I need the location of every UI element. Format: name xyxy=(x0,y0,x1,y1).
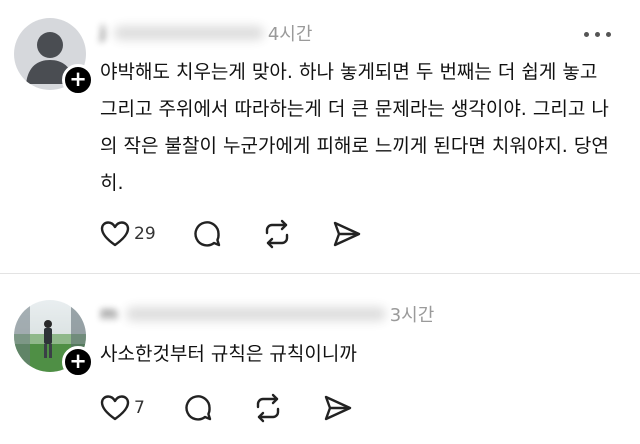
username[interactable]: m xyxy=(100,304,120,324)
post-text: 사소한것부터 규칙은 규칙이니까 xyxy=(100,343,357,365)
repost-button[interactable] xyxy=(253,390,283,426)
comment-icon xyxy=(185,395,212,421)
username-redaction xyxy=(125,307,386,321)
username[interactable]: j xyxy=(100,23,108,43)
more-icon[interactable] xyxy=(584,27,614,41)
post-text: 야박해도 치우는게 맞아. 하나 놓게되면 두 번째는 더 쉽게 놓고 그리고 … xyxy=(100,61,609,194)
send-icon xyxy=(333,221,360,247)
avatar-container[interactable]: + xyxy=(14,300,94,378)
like-count: 29 xyxy=(134,224,156,244)
follow-plus-icon[interactable]: + xyxy=(62,346,94,378)
share-button[interactable] xyxy=(332,216,362,252)
heart-icon xyxy=(100,221,130,247)
heart-icon xyxy=(100,395,130,421)
reply-post: + m 3시간 사소한것부터 규칙은 규칙이니까 7 xyxy=(0,275,640,444)
repost-icon xyxy=(265,219,288,249)
timestamp: 4시간 xyxy=(267,24,313,45)
post-meta: j 4시간 xyxy=(100,20,312,46)
reply-button[interactable] xyxy=(192,216,222,252)
share-button[interactable] xyxy=(323,390,353,426)
post-meta: m 3시간 xyxy=(100,301,434,327)
reply-post: + j 4시간 야박해도 치우는게 맞아. 하나 놓게되면 두 번째는 더 쉽게… xyxy=(0,0,640,274)
avatar-container[interactable]: + xyxy=(14,18,94,96)
reply-button[interactable] xyxy=(183,390,213,426)
action-bar: 7 xyxy=(100,390,353,426)
repost-button[interactable] xyxy=(262,216,292,252)
send-icon xyxy=(324,395,352,421)
like-button[interactable]: 7 xyxy=(100,390,145,426)
follow-plus-icon[interactable]: + xyxy=(62,64,94,96)
action-bar: 29 xyxy=(100,216,362,252)
like-button[interactable]: 29 xyxy=(100,216,156,252)
comment-icon xyxy=(193,221,220,247)
like-count: 7 xyxy=(134,398,145,418)
username-redaction xyxy=(113,26,264,40)
repost-icon xyxy=(256,393,280,423)
timestamp: 3시간 xyxy=(389,305,435,326)
post-divider xyxy=(0,273,640,274)
